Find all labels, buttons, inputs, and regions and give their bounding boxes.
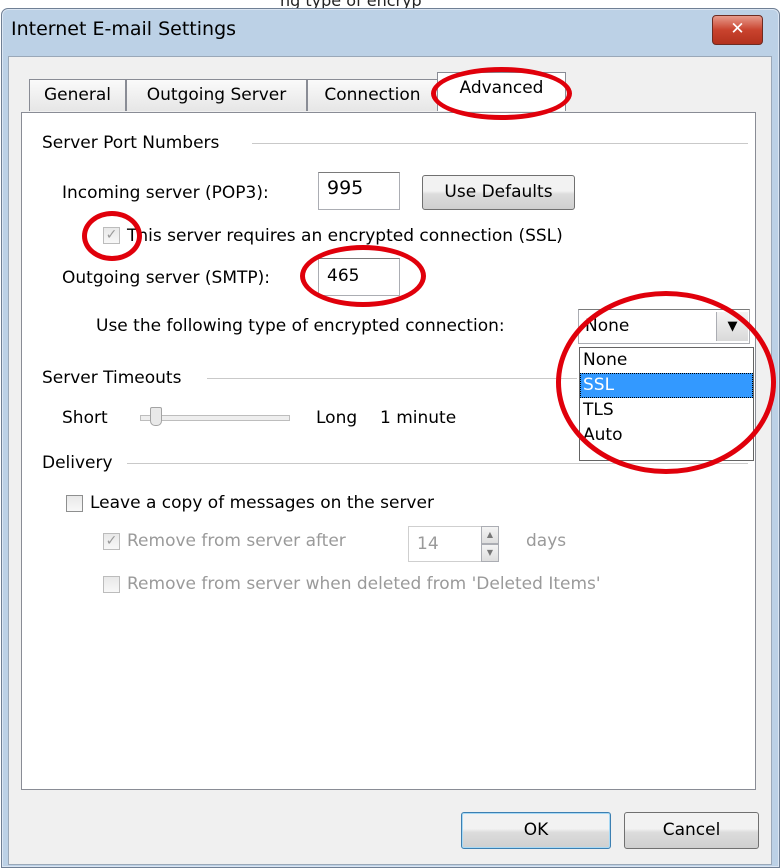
timeout-short-label: Short: [62, 408, 108, 428]
group-divider: [252, 143, 748, 145]
tab-connection[interactable]: Connection: [307, 79, 438, 111]
use-defaults-button[interactable]: Use Defaults: [422, 175, 575, 210]
remove-after-checkbox[interactable]: ✓: [103, 533, 120, 550]
tab-outgoing-server[interactable]: Outgoing Server: [126, 79, 307, 111]
spin-down-icon[interactable]: ▼: [481, 544, 499, 562]
days-label: days: [526, 531, 567, 551]
remove-after-days-field[interactable]: 14: [408, 526, 483, 562]
annotation-circle-smtp-port: [300, 245, 426, 307]
ok-button[interactable]: OK: [461, 812, 611, 849]
dialog-title: Internet E-mail Settings: [11, 18, 237, 40]
tab-general[interactable]: General: [29, 79, 126, 111]
leave-copy-checkbox[interactable]: [66, 495, 83, 512]
encryption-type-label: Use the following type of encrypted conn…: [96, 316, 505, 336]
timeout-long-label: Long: [316, 408, 358, 428]
annotation-circle-advanced-tab: [431, 67, 572, 120]
server-port-numbers-label: Server Port Numbers: [42, 133, 220, 153]
close-icon: ✕: [730, 19, 745, 39]
remove-when-deleted-checkbox[interactable]: [103, 576, 120, 593]
server-timeouts-label: Server Timeouts: [42, 368, 182, 388]
timeout-value-label: 1 minute: [380, 408, 457, 428]
outgoing-server-label: Outgoing server (SMTP):: [62, 268, 271, 288]
incoming-server-label: Incoming server (POP3):: [62, 183, 269, 203]
leave-copy-label: Leave a copy of messages on the server: [90, 493, 434, 513]
spin-up-icon[interactable]: ▲: [481, 526, 499, 544]
cancel-button[interactable]: Cancel: [624, 812, 759, 849]
timeout-slider-thumb[interactable]: [150, 407, 162, 426]
annotation-circle-encryption-dropdown: [556, 291, 776, 474]
delivery-label: Delivery: [42, 453, 113, 473]
close-button[interactable]: ✕: [712, 15, 763, 45]
remove-when-deleted-label: Remove from server when deleted from 'De…: [127, 574, 601, 594]
remove-after-label: Remove from server after: [127, 531, 346, 551]
timeout-slider-track[interactable]: [140, 415, 290, 421]
annotation-circle-ssl-checkbox: [82, 211, 142, 261]
group-divider: [207, 378, 577, 380]
ssl-required-label: This server requires an encrypted connec…: [127, 226, 563, 246]
incoming-port-field[interactable]: 995: [318, 172, 400, 210]
